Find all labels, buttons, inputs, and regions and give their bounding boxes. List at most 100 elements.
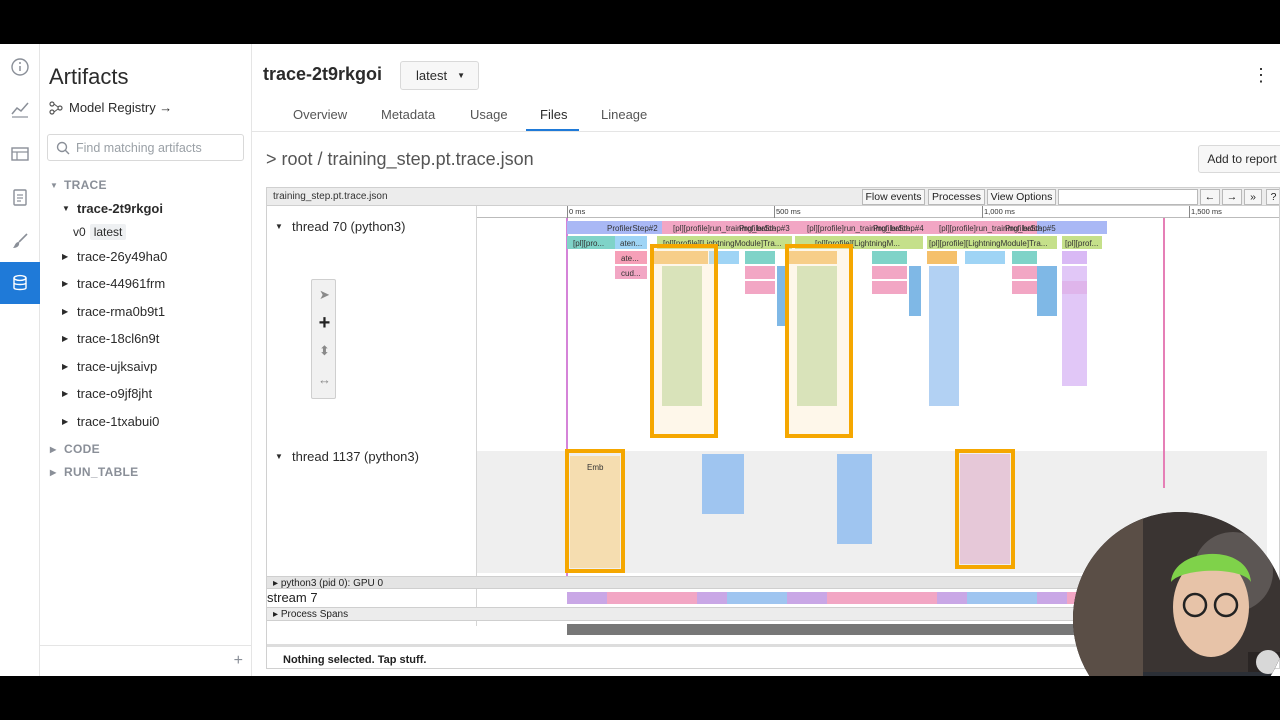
event-label: ate... xyxy=(621,254,639,263)
model-registry-label: Model Registry → xyxy=(69,100,173,115)
artifact-item-label: trace-rma0b9t1 xyxy=(77,304,166,319)
section-run-table-label: RUN_TABLE xyxy=(64,465,139,479)
active-tab-indicator xyxy=(526,129,579,131)
section-code[interactable]: ▶ CODE xyxy=(50,442,100,456)
version-select-value: latest xyxy=(416,68,448,83)
brush-icon[interactable] xyxy=(0,220,40,262)
artifact-item[interactable]: ▶ trace-rma0b9t1 xyxy=(62,304,165,319)
chevron-right-icon: ▶ xyxy=(50,444,57,454)
expand-button[interactable]: » xyxy=(1244,189,1262,205)
stream-label: stream 7 xyxy=(267,590,318,605)
tab-overview[interactable]: Overview xyxy=(293,107,347,122)
fit-width-icon[interactable]: ↔ xyxy=(312,366,337,392)
thread-1137-label[interactable]: ▼ thread 1137 (python3) xyxy=(275,449,419,464)
search-icon xyxy=(56,141,70,154)
artifact-item[interactable]: ▶ trace-ujksaivp xyxy=(62,359,157,374)
chevron-right-icon: ▶ xyxy=(50,467,57,477)
event-label: aten... xyxy=(620,239,642,248)
artifact-item[interactable]: ▶ trace-1txabui0 xyxy=(62,414,159,429)
ruler-line xyxy=(774,206,775,218)
chevron-down-icon: ▼ xyxy=(50,180,59,190)
thread-label-column: ▼ thread 70 (python3) ➤ + ⬍ ↔ ▼ thread 1… xyxy=(267,206,477,626)
icon-rail xyxy=(0,44,40,676)
chevron-right-icon: ▶ xyxy=(62,334,69,343)
add-to-report-button[interactable]: Add to report xyxy=(1198,145,1280,173)
tab-usage[interactable]: Usage xyxy=(470,107,508,122)
thread-70-label[interactable]: ▼ thread 70 (python3) xyxy=(275,219,405,234)
more-options-icon[interactable]: ⋮ xyxy=(1252,66,1270,84)
view-options-button[interactable]: View Options xyxy=(987,189,1056,205)
panel-title: Artifacts xyxy=(49,64,129,89)
database-icon[interactable] xyxy=(0,262,40,304)
caret-down-icon: ▼ xyxy=(457,71,465,80)
artifact-item-selected[interactable]: ▼ trace-2t9rkgoi xyxy=(62,201,163,216)
ruler-tick: 1,500 ms xyxy=(1191,207,1222,216)
trace-filename: training_step.pt.trace.json xyxy=(273,191,388,202)
process-spans-label: ▸ Process Spans xyxy=(273,609,349,620)
artifact-item[interactable]: ▶ trace-26y49ha0 xyxy=(62,249,167,264)
chevron-right-icon: ▶ xyxy=(62,307,69,316)
chevron-right-icon: ▶ xyxy=(62,417,69,426)
artifact-search[interactable] xyxy=(47,134,244,161)
video-letterbox-bottom xyxy=(0,676,1280,720)
event-label: [pl][profile][LightningModule]Tra... xyxy=(929,239,1047,248)
artifact-item-label: trace-2t9rkgoi xyxy=(77,201,163,216)
chevron-down-icon: ▼ xyxy=(62,204,70,213)
artifact-item-label: trace-44961frm xyxy=(77,276,166,291)
processes-button[interactable]: Processes xyxy=(928,189,985,205)
zoom-toolbox: ➤ + ⬍ ↔ xyxy=(311,279,336,399)
table-icon[interactable] xyxy=(0,133,40,175)
ruler-tick: 500 ms xyxy=(776,207,801,216)
chevron-down-icon: ▼ xyxy=(275,452,283,461)
artifact-item-label: trace-26y49ha0 xyxy=(77,249,168,264)
section-trace-label: TRACE xyxy=(64,178,107,192)
video-letterbox-top xyxy=(0,0,1280,44)
version-label: v0 xyxy=(73,225,86,239)
chevron-down-icon: ▼ xyxy=(275,222,283,231)
artifact-title: trace-2t9rkgoi xyxy=(263,64,383,84)
search-input[interactable] xyxy=(76,140,236,155)
event-label: ProfilerStep#3 xyxy=(739,224,790,233)
add-icon[interactable]: + xyxy=(234,652,243,670)
tab-lineage[interactable]: Lineage xyxy=(601,107,647,122)
event-label: [pl][prof... xyxy=(1065,239,1098,248)
trace-search-input[interactable] xyxy=(1058,189,1198,205)
artifact-item[interactable]: ▶ trace-18cl6n9t xyxy=(62,331,159,346)
info-icon[interactable] xyxy=(0,46,40,88)
flow-events-button[interactable]: Flow events xyxy=(862,189,925,205)
chart-icon[interactable] xyxy=(0,88,40,130)
help-button[interactable]: ? xyxy=(1266,189,1279,205)
trace-toolbar: training_step.pt.trace.json Flow events … xyxy=(267,188,1279,206)
pan-tool-icon[interactable]: ⬍ xyxy=(312,338,337,364)
version-item[interactable]: v0 latest xyxy=(73,224,127,240)
section-trace[interactable]: ▼ TRACE xyxy=(50,178,107,192)
version-select[interactable]: latest ▼ xyxy=(400,61,479,90)
section-run-table[interactable]: ▶ RUN_TABLE xyxy=(50,465,138,479)
panel-divider xyxy=(40,645,252,646)
chevron-right-icon: ▶ xyxy=(62,389,69,398)
artifact-item-label: trace-1txabui0 xyxy=(77,414,160,429)
tab-metadata[interactable]: Metadata xyxy=(381,107,435,122)
event-label: ProfilerStep#2 xyxy=(607,224,658,233)
chevron-right-icon: ▶ xyxy=(62,279,69,288)
chevron-right-icon: ▶ xyxy=(62,252,69,261)
event-label: ProfilerStep#5 xyxy=(1005,224,1056,233)
event-label: Emb xyxy=(587,463,604,472)
zoom-in-icon[interactable]: + xyxy=(312,310,337,336)
select-tool-icon[interactable]: ➤ xyxy=(312,282,337,308)
ruler-line xyxy=(982,206,983,218)
ruler-tick: 1,000 ms xyxy=(984,207,1015,216)
artifact-item-label: trace-18cl6n9t xyxy=(77,331,160,346)
gpu-process-name: python3 (pid 0): GPU 0 xyxy=(280,578,384,589)
report-icon[interactable] xyxy=(0,176,40,218)
prev-button[interactable]: ← xyxy=(1200,189,1220,205)
artifact-item[interactable]: ▶ trace-o9jf8jht xyxy=(62,386,152,401)
thread-name: thread 70 (python3) xyxy=(292,219,406,234)
ruler-tick: 0 ms xyxy=(569,207,586,216)
ruler-line xyxy=(567,206,568,218)
artifact-item[interactable]: ▶ trace-44961frm xyxy=(62,276,165,291)
event-label: [pl][pro... xyxy=(573,239,604,248)
next-button[interactable]: → xyxy=(1222,189,1242,205)
model-registry-link[interactable]: Model Registry → xyxy=(49,100,172,115)
tab-files[interactable]: Files xyxy=(540,107,567,122)
